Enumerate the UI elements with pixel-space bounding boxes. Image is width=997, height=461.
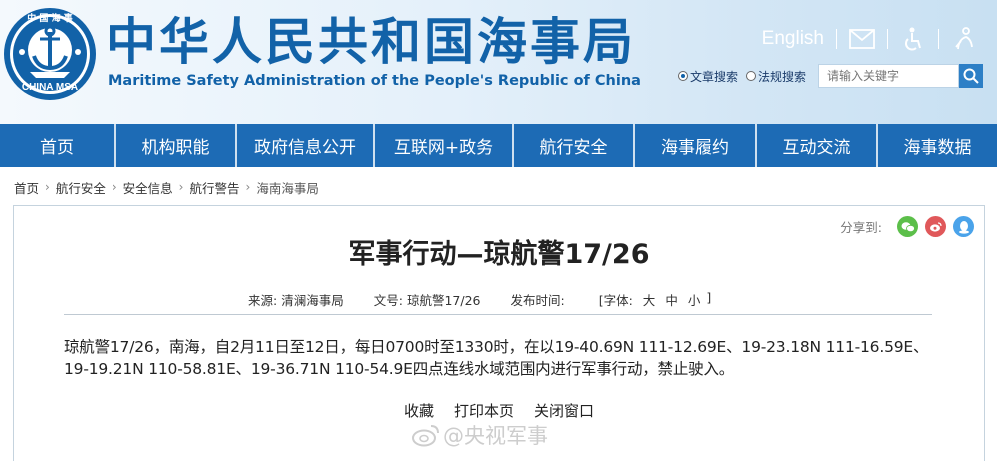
chevron-right-icon: › bbox=[111, 180, 117, 194]
font-size-close: ] bbox=[706, 290, 712, 305]
search-input[interactable] bbox=[818, 64, 960, 88]
site-title-en: Maritime Safety Administration of the Pe… bbox=[108, 73, 641, 89]
breadcrumb-item[interactable]: 首页 bbox=[14, 178, 39, 197]
divider bbox=[836, 29, 837, 49]
watermark-text: @央视军事 bbox=[443, 424, 548, 448]
font-size-small[interactable]: 小 bbox=[688, 290, 701, 309]
logo-text-bottom: CHINA MSA bbox=[21, 82, 79, 93]
nav-item-gov-info[interactable]: 政府信息公开 bbox=[237, 124, 375, 167]
watermark: @央视军事 bbox=[411, 420, 548, 450]
nav-item-internet-gov[interactable]: 互联网+政务 bbox=[375, 124, 514, 167]
main-nav: 首页 机构职能 政府信息公开 互联网+政务 航行安全 海事履约 互动交流 海事数… bbox=[0, 124, 997, 167]
divider bbox=[938, 29, 939, 49]
nav-item-navigation-safety[interactable]: 航行安全 bbox=[514, 124, 635, 167]
mail-icon[interactable] bbox=[849, 27, 875, 51]
article-title: 军事行动—琼航警17/26 bbox=[348, 239, 650, 270]
font-size-medium[interactable]: 中 bbox=[665, 290, 678, 309]
nav-item-compliance[interactable]: 海事履约 bbox=[635, 124, 757, 167]
nav-item-functions[interactable]: 机构职能 bbox=[116, 124, 237, 167]
radio-label: 法规搜索 bbox=[758, 69, 807, 84]
radio-dot[interactable] bbox=[746, 71, 757, 81]
english-link[interactable]: English bbox=[762, 28, 836, 50]
radio-article-search[interactable]: 文章搜索 bbox=[678, 68, 738, 85]
radio-dot-selected[interactable] bbox=[678, 71, 688, 81]
nav-item-data[interactable]: 海事数据 bbox=[878, 124, 997, 167]
elder-care-icon[interactable] bbox=[951, 27, 977, 51]
close-window-link[interactable]: 关闭窗口 bbox=[534, 400, 594, 421]
site-title-cn: 中华人民共和国海事局 bbox=[106, 13, 636, 71]
article-actions: 收藏 打印本页 关闭窗口 bbox=[14, 400, 984, 421]
article-body: 琼航警17/26，南海，自2月11日至12日，每日0700时至1330时，在以1… bbox=[64, 338, 929, 378]
font-size-large[interactable]: 大 bbox=[643, 290, 656, 309]
radio-label: 文章搜索 bbox=[690, 69, 739, 84]
print-link[interactable]: 打印本页 bbox=[454, 400, 514, 421]
breadcrumb-item[interactable]: 航行安全 bbox=[56, 178, 106, 197]
search-button[interactable] bbox=[959, 64, 984, 88]
accessibility-icon[interactable] bbox=[900, 27, 926, 51]
logo-text-top: 中 国 海 事 bbox=[27, 14, 73, 24]
breadcrumb-item[interactable]: 安全信息 bbox=[123, 178, 173, 197]
meta-doc-no-label: 文号: bbox=[373, 293, 403, 308]
radio-regulation-search[interactable]: 法规搜索 bbox=[746, 68, 806, 85]
chevron-right-icon: › bbox=[45, 180, 50, 194]
msa-logo[interactable]: 中 国 海 事 CHINA MSA bbox=[2, 6, 98, 102]
font-size-label: [字体: bbox=[598, 293, 633, 308]
breadcrumb-current[interactable]: 海南海事局 bbox=[256, 178, 319, 197]
meta-time-label: 发布时间: bbox=[510, 293, 565, 308]
article-meta: 来源: 清澜海事局 文号: 琼航警17/26 发布时间: [字体: 大 中 小 … bbox=[248, 290, 715, 309]
top-links: English bbox=[762, 26, 989, 52]
favorite-link[interactable]: 收藏 bbox=[404, 400, 434, 421]
meta-source: 清澜海事局 bbox=[281, 293, 344, 308]
nav-item-home[interactable]: 首页 bbox=[0, 124, 116, 167]
breadcrumb-item[interactable]: 航行警告 bbox=[189, 178, 239, 197]
divider bbox=[887, 29, 888, 49]
meta-source-label: 来源: bbox=[248, 293, 278, 308]
meta-divider bbox=[64, 314, 932, 315]
search-icon bbox=[963, 68, 979, 84]
search-bar: 文章搜索 法规搜索 bbox=[678, 64, 984, 88]
chevron-right-icon: › bbox=[178, 180, 184, 194]
site-header: 中 国 海 事 CHINA MSA 中华人民共和国海事局 Maritime Sa… bbox=[0, 0, 997, 124]
meta-doc-no: 琼航警17/26 bbox=[406, 293, 481, 308]
breadcrumb: 首页 › 航行安全 › 安全信息 › 航行警告 › 海南海事局 bbox=[14, 177, 319, 197]
chevron-right-icon: › bbox=[245, 180, 251, 194]
weibo-logo-icon bbox=[412, 425, 439, 447]
nav-item-interaction[interactable]: 互动交流 bbox=[757, 124, 878, 167]
